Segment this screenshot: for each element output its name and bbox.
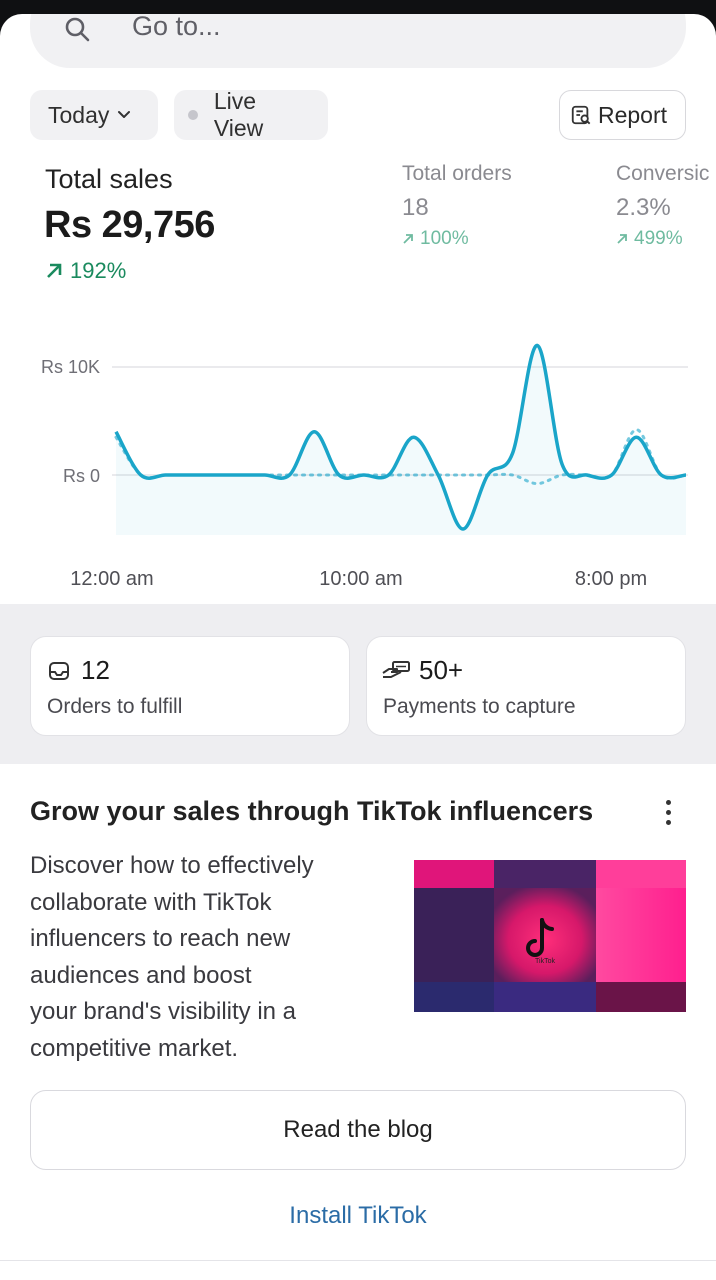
date-range-label: Today <box>48 101 110 128</box>
home-screen: Go to... Today Live View Report Total sa… <box>0 14 716 1280</box>
sales-chart[interactable]: Rs 10K Rs 0 12:00 am 10:00 am 8:00 pm <box>0 314 716 614</box>
promo-body-line: influencers to reach new <box>30 925 291 952</box>
total-sales-change: 192% <box>44 258 126 284</box>
y-tick-label: Rs 10K <box>41 357 100 377</box>
x-tick-label: 12:00 am <box>70 568 153 590</box>
orders-to-fulfill-count: 12 <box>81 655 110 685</box>
install-tiktok-link[interactable]: Install TikTok <box>0 1202 716 1230</box>
live-view-button[interactable]: Live View <box>174 88 328 141</box>
arrow-up-right-icon <box>47 263 62 278</box>
live-status-dot <box>188 110 198 120</box>
total-orders-label: Total orders <box>402 162 512 185</box>
conversion-metric[interactable]: Conversic 2.3% 499% <box>616 162 709 250</box>
conversion-label: Conversic <box>616 162 710 185</box>
inbox-icon <box>49 662 69 680</box>
orders-to-fulfill-card[interactable]: 12 Orders to fulfill <box>30 636 350 736</box>
promo-body-line: your brand's visibility in a <box>30 998 297 1025</box>
report-label: Report <box>597 101 667 128</box>
arrow-up-right-icon <box>617 234 627 244</box>
divider <box>0 1260 716 1261</box>
promo-body-line: collaborate with TikTok <box>30 888 272 916</box>
conversion-change: 499% <box>616 228 709 250</box>
total-sales-value: Rs 29,756 <box>44 204 215 246</box>
tiktok-promo-graphic: TikTok <box>414 860 686 1012</box>
total-orders-change: 100% <box>402 228 512 250</box>
more-options-icon[interactable] <box>658 796 678 830</box>
y-tick-label: Rs 0 <box>63 466 100 486</box>
promo-body-line: competitive market. <box>30 1034 239 1062</box>
promo-body: Discover how to effectively collaborate … <box>30 848 380 1067</box>
search-placeholder: Go to... <box>132 14 221 41</box>
total-orders-value: 18 <box>402 194 429 221</box>
payments-to-capture-card[interactable]: 50+ Payments to capture <box>366 636 686 736</box>
series-area <box>116 345 686 535</box>
orders-to-fulfill-label: Orders to fulfill <box>47 695 183 718</box>
date-range-dropdown[interactable]: Today <box>30 90 158 140</box>
promo-body-line: audiences and boost <box>30 961 252 989</box>
promo-image: TikTok <box>414 860 686 1012</box>
tiktok-logo-text: TikTok <box>535 958 555 965</box>
x-tick-label: 8:00 pm <box>575 568 647 590</box>
conversion-change-value: 499% <box>634 228 683 249</box>
search-icon <box>65 17 90 42</box>
total-orders-metric[interactable]: Total orders 18 100% <box>402 162 512 250</box>
payments-to-capture-count: 50+ <box>419 655 464 685</box>
conversion-value: 2.3% <box>616 194 671 221</box>
payments-to-capture-label: Payments to capture <box>383 695 576 718</box>
x-tick-label: 10:00 am <box>319 568 402 590</box>
report-button[interactable]: Report <box>559 90 686 140</box>
sales-chart-svg: Rs 10K Rs 0 12:00 am 10:00 am 8:00 pm <box>41 343 688 590</box>
payment-hand-icon <box>382 661 410 678</box>
read-blog-button[interactable]: Read the blog <box>30 1090 686 1170</box>
search-bar[interactable]: Go to... <box>30 14 686 68</box>
report-icon <box>571 105 591 125</box>
total-sales-change-value: 192% <box>70 258 127 283</box>
arrow-up-right-icon <box>403 234 413 244</box>
total-sales-label: Total sales <box>45 164 173 194</box>
total-orders-change-value: 100% <box>420 228 469 249</box>
promo-body-line: Discover how to effectively <box>30 852 314 879</box>
chevron-down-icon <box>118 111 131 118</box>
promo-title: Grow your sales through TikTok influence… <box>30 796 594 826</box>
live-view-label: Live View <box>213 88 264 141</box>
